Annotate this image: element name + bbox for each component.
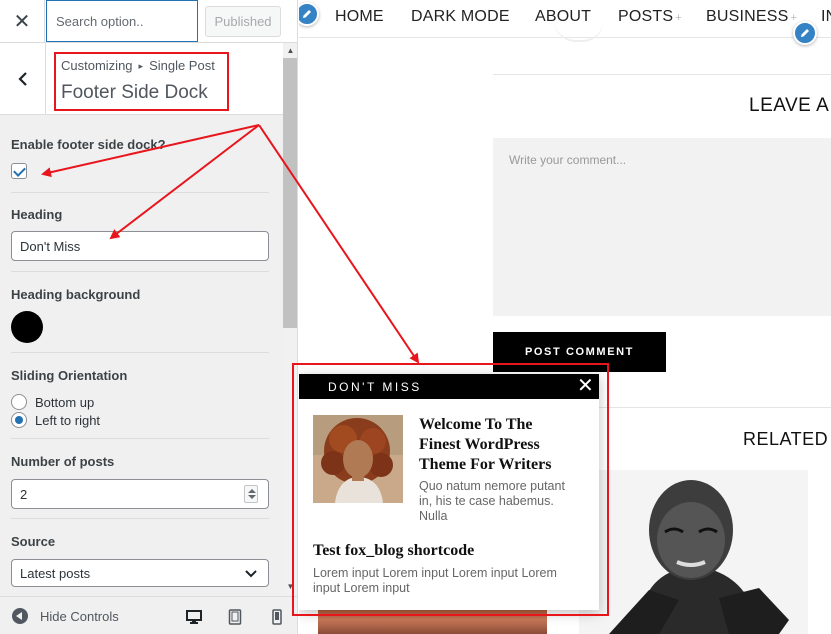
collapse-icon	[12, 608, 28, 624]
source-select[interactable]: Latest posts	[11, 559, 269, 587]
published-button: Published	[205, 6, 281, 37]
sliding-orientation-label: Sliding Orientation	[11, 368, 128, 383]
desktop-icon[interactable]	[186, 609, 202, 625]
comment-placeholder: Write your comment...	[509, 153, 627, 167]
radio-bottom-up[interactable]	[11, 394, 27, 410]
hide-controls-label: Hide Controls	[40, 608, 119, 624]
number-of-posts-value: 2	[20, 486, 28, 502]
edit-shortcut-pencil-icon[interactable]	[793, 21, 817, 45]
divider	[11, 271, 269, 272]
nav-item-business[interactable]: BUSINESS +	[706, 8, 797, 26]
source-selected-value: Latest posts	[20, 565, 91, 581]
divider	[11, 352, 269, 353]
chevron-left-icon	[17, 72, 27, 86]
radio-left-to-right[interactable]	[11, 412, 27, 428]
chevron-down-icon	[245, 570, 257, 578]
customizer-topbar: ✕ Published	[0, 0, 297, 43]
close-icon: ✕	[13, 11, 31, 33]
heading-label: Heading	[11, 207, 63, 222]
nav-item-more[interactable]: IN	[821, 8, 831, 26]
author-avatar	[554, 20, 604, 42]
related-posts-heading: RELATED	[743, 429, 829, 449]
heading-background-color-swatch[interactable]	[11, 311, 43, 343]
number-of-posts-label: Number of posts	[11, 454, 115, 469]
sidebar-scrollbar-thumb[interactable]	[283, 58, 297, 328]
divider	[11, 438, 269, 439]
search-options-input[interactable]	[46, 0, 198, 42]
enable-dock-checkbox[interactable]	[11, 163, 27, 179]
tablet-icon[interactable]	[228, 609, 242, 625]
annotation-box	[54, 52, 229, 111]
mobile-icon[interactable]	[272, 609, 282, 625]
source-label: Source	[11, 534, 56, 549]
enable-dock-label: Enable footer side dock?	[11, 137, 166, 152]
nav-item-posts[interactable]: POSTS +	[618, 8, 682, 26]
related-post-image[interactable]	[579, 470, 808, 634]
radio-left-to-right-label: Left to right	[35, 413, 101, 428]
comment-textarea[interactable]: Write your comment...	[493, 138, 831, 316]
divider	[11, 192, 269, 193]
divider	[11, 518, 269, 519]
number-of-posts-input[interactable]: 2	[11, 479, 269, 509]
leave-reply-heading: LEAVE A	[749, 95, 830, 116]
number-stepper-icon[interactable]	[244, 485, 258, 503]
nav-item-home[interactable]: HOME	[335, 8, 384, 26]
customizer-footer: Hide Controls	[0, 596, 297, 634]
heading-background-label: Heading background	[11, 287, 141, 302]
heading-input[interactable]	[11, 231, 269, 261]
nav-item-dark-mode[interactable]: DARK MODE	[411, 8, 510, 26]
close-customizer-button[interactable]: ✕	[0, 0, 45, 43]
scroll-up-arrow-icon[interactable]: ▲	[283, 43, 297, 58]
hide-controls-button[interactable]: Hide Controls	[12, 608, 119, 624]
annotation-box	[292, 363, 609, 616]
radio-bottom-up-label: Bottom up	[35, 395, 95, 410]
back-button[interactable]	[0, 43, 46, 115]
divider	[493, 74, 831, 75]
